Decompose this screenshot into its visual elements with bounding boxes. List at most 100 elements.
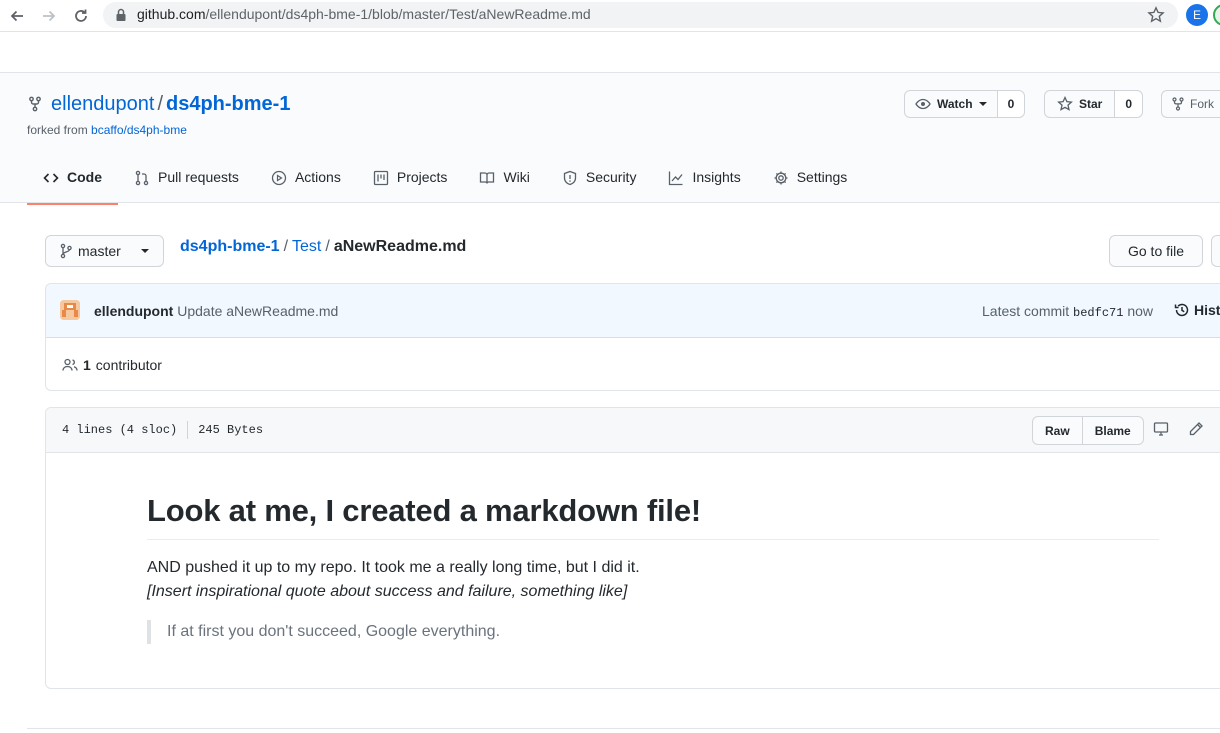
chevron-down-icon	[978, 100, 987, 108]
tab-insights[interactable]: Insights	[652, 166, 756, 204]
markdown-line-1: AND pushed it up to my repo. It took me …	[147, 559, 640, 576]
extension-icon[interactable]	[1213, 4, 1220, 26]
commit-message-link[interactable]: Update aNewReadme.md	[177, 303, 338, 319]
star-count[interactable]: 0	[1114, 91, 1143, 117]
forked-from-label: forked from	[27, 123, 88, 137]
star-button[interactable]: Star 0	[1044, 90, 1144, 118]
markdown-blockquote: If at first you don't succeed, Google ev…	[147, 620, 1159, 644]
star-label: Star	[1079, 97, 1103, 111]
tab-actions[interactable]: Actions	[255, 166, 357, 204]
file-header: 4 lines (4 sloc) 245 Bytes Raw Blame	[46, 408, 1220, 453]
tab-security[interactable]: Security	[546, 166, 653, 204]
file-viewer: 4 lines (4 sloc) 245 Bytes Raw Blame Loo…	[45, 407, 1220, 689]
star-icon	[1057, 96, 1073, 112]
tab-settings-label: Settings	[796, 169, 848, 185]
tab-wiki[interactable]: Wiki	[463, 166, 545, 204]
history-label: Hist	[1194, 302, 1220, 318]
breadcrumb-file-name: aNewReadme.md	[333, 238, 467, 255]
tab-wiki-label: Wiki	[503, 169, 530, 185]
eye-icon	[915, 96, 931, 112]
book-icon	[479, 170, 495, 186]
branch-select-button[interactable]: master	[45, 235, 164, 267]
avatar[interactable]	[60, 300, 80, 320]
tab-security-label: Security	[585, 169, 637, 185]
commit-time: now	[1127, 303, 1154, 319]
file-actions-group: Raw Blame	[1032, 416, 1144, 445]
forked-from-link[interactable]: bcaffo/ds4ph-bme	[91, 123, 187, 137]
forked-from-text: forked from bcaffo/ds4ph-bme	[27, 123, 187, 137]
desktop-icon[interactable]	[1153, 421, 1169, 437]
pencil-icon[interactable]	[1188, 421, 1204, 437]
markdown-paragraph: AND pushed it up to my repo. It took me …	[147, 556, 1159, 604]
commit-row: ellendupont Update aNewReadme.md Latest …	[46, 284, 1220, 338]
repo-title: ellendupont / ds4ph-bme-1	[51, 93, 290, 116]
markdown-heading: Look at me, I created a markdown file!	[147, 493, 1159, 540]
repo-name-link[interactable]: ds4ph-bme-1	[166, 93, 290, 115]
fork-label: Fork	[1190, 97, 1214, 111]
project-icon	[373, 170, 389, 186]
watch-count[interactable]: 0	[996, 91, 1025, 117]
tab-code[interactable]: Code	[27, 166, 118, 205]
pull-request-icon	[134, 170, 150, 186]
breadcrumb-separator: /	[283, 238, 289, 255]
latest-commit-box: ellendupont Update aNewReadme.md Latest …	[45, 283, 1220, 391]
commit-author-link[interactable]: ellendupont	[94, 303, 173, 319]
tab-pull-requests[interactable]: Pull requests	[118, 166, 255, 204]
play-icon	[271, 170, 287, 186]
back-arrow-icon[interactable]	[5, 4, 29, 28]
watch-label: Watch	[937, 97, 973, 111]
code-icon	[43, 170, 59, 186]
latest-commit-label: Latest commit	[982, 303, 1070, 319]
branch-name: master	[78, 243, 121, 259]
history-link[interactable]: Hist	[1174, 302, 1220, 318]
people-icon	[62, 357, 78, 373]
gear-icon	[773, 170, 789, 186]
tab-pull-requests-label: Pull requests	[158, 169, 239, 185]
file-line-count: 4 lines (4 sloc)	[62, 423, 178, 437]
watch-button[interactable]: Watch 0	[904, 90, 1026, 118]
tab-actions-label: Actions	[294, 169, 341, 185]
browser-toolbar: github.com/ellendupont/ds4ph-bme-1/blob/…	[0, 0, 1220, 32]
tab-code-label: Code	[67, 169, 102, 185]
fork-icon	[1172, 97, 1184, 111]
breadcrumb-separator: /	[325, 238, 330, 255]
chevron-down-icon	[141, 247, 149, 255]
commit-summary: ellendupont Update aNewReadme.md	[94, 303, 338, 319]
repo-tabs: Code Pull requests Actions Projects Wiki…	[27, 166, 864, 205]
raw-button[interactable]: Raw	[1033, 417, 1082, 444]
bookmark-star-icon[interactable]	[1147, 6, 1165, 24]
file-info: 4 lines (4 sloc) 245 Bytes	[62, 421, 264, 439]
breadcrumb: ds4ph-bme-1/Test / aNewReadme.md	[180, 238, 466, 256]
reload-icon[interactable]	[69, 4, 93, 28]
fork-button[interactable]: Fork	[1161, 90, 1220, 118]
tab-insights-label: Insights	[692, 169, 741, 185]
history-icon	[1174, 302, 1190, 318]
url-text[interactable]: github.com/ellendupont/ds4ph-bme-1/blob/…	[137, 6, 591, 22]
commit-sha-link[interactable]: bedfc71	[1073, 306, 1123, 320]
contributors-link[interactable]: 1 contributor	[62, 357, 162, 373]
tab-projects[interactable]: Projects	[357, 166, 464, 204]
address-bar[interactable]: github.com/ellendupont/ds4ph-bme-1/blob/…	[103, 2, 1178, 28]
profile-avatar[interactable]: E	[1186, 4, 1208, 26]
contributor-count: 1	[83, 357, 91, 373]
blame-button[interactable]: Blame	[1081, 417, 1143, 444]
repo-forked-icon	[27, 96, 43, 112]
git-branch-icon	[60, 243, 72, 259]
graph-icon	[668, 170, 684, 186]
repo-title-separator: /	[157, 93, 163, 115]
breadcrumb-dir-link[interactable]: Test	[292, 238, 321, 255]
breadcrumb-repo-link[interactable]: ds4ph-bme-1	[180, 238, 280, 255]
repo-header: ellendupont / ds4ph-bme-1 forked from bcaf…	[0, 72, 1220, 205]
file-size: 245 Bytes	[198, 423, 264, 437]
shield-icon	[562, 170, 578, 186]
more-options-button[interactable]	[1211, 235, 1220, 267]
markdown-body: Look at me, I created a markdown file! A…	[147, 493, 1159, 644]
tab-settings[interactable]: Settings	[757, 166, 864, 204]
repo-owner-link[interactable]: ellendupont	[51, 93, 154, 115]
forward-arrow-icon[interactable]	[37, 4, 61, 28]
tab-projects-label: Projects	[396, 169, 448, 185]
go-to-file-button[interactable]: Go to file	[1109, 235, 1203, 267]
lock-icon[interactable]	[115, 8, 127, 22]
latest-commit-info: Latest commit bedfc71 now	[982, 303, 1153, 320]
file-info-divider	[187, 421, 189, 439]
